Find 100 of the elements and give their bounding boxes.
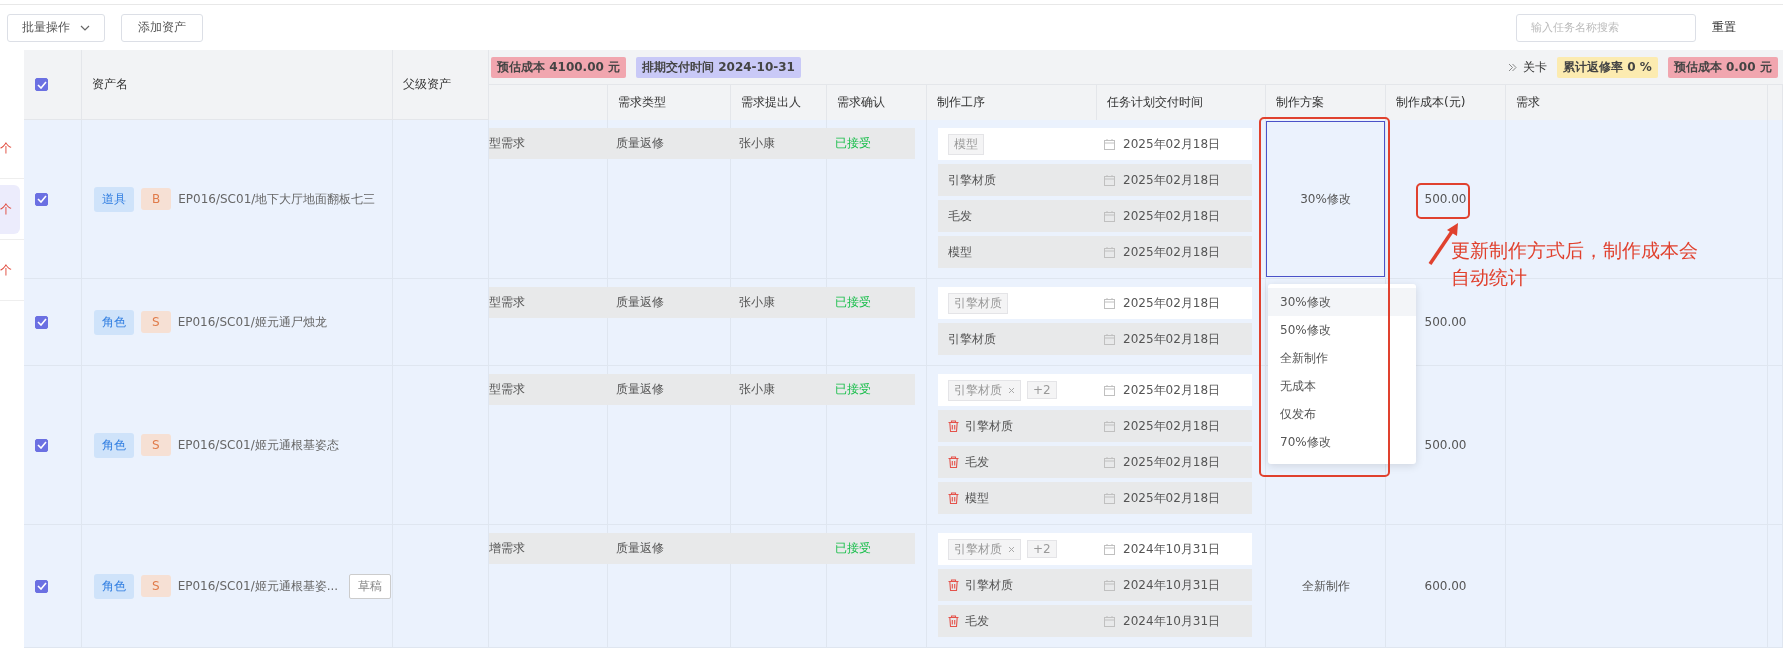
add-asset-button[interactable]: 添加资产 xyxy=(121,13,203,42)
tag-label: 引擎材质 xyxy=(954,540,1002,558)
calendar-icon xyxy=(1104,456,1115,468)
row-checkbox[interactable] xyxy=(35,438,48,452)
calendar-icon xyxy=(1104,492,1115,504)
calendar-icon xyxy=(1104,210,1115,222)
scheme-text: 全新制作 xyxy=(1301,577,1350,595)
calendar-icon xyxy=(1104,174,1115,186)
trash-icon[interactable] xyxy=(948,492,959,504)
trash-icon[interactable] xyxy=(948,579,959,591)
calendar-icon xyxy=(1104,297,1115,309)
reset-button[interactable]: 重置 xyxy=(1712,19,1736,36)
calendar-icon xyxy=(1104,333,1115,345)
confirm-status: 已接受 xyxy=(835,540,871,557)
process-name: 毛发 xyxy=(965,453,989,471)
row-checkbox[interactable] xyxy=(35,315,48,329)
close-icon[interactable] xyxy=(1008,386,1015,394)
date-text: 2025年02月18日 xyxy=(1123,330,1221,348)
date-text: 2024年10月31日 xyxy=(1123,540,1221,558)
process-select[interactable]: 引擎材质 +2 2024年10月31日 xyxy=(938,533,1252,565)
highlight-box xyxy=(1416,183,1470,219)
calendar-icon xyxy=(1104,615,1115,627)
calendar-icon xyxy=(1104,384,1115,396)
requirement-type: 质量返修 xyxy=(616,540,664,557)
select-all-checkbox[interactable] xyxy=(35,78,48,91)
cost-text: 500.00 xyxy=(1424,438,1467,452)
row-checkbox[interactable] xyxy=(35,579,48,593)
close-icon[interactable] xyxy=(1008,545,1015,553)
date-text: 2025年02月18日 xyxy=(1123,135,1221,153)
column-header: 父级资产 xyxy=(403,76,451,93)
requester-name: 张小康 xyxy=(739,381,775,398)
trash-icon[interactable] xyxy=(948,615,959,627)
dropdown-option[interactable]: 70%修改 xyxy=(1268,428,1416,456)
process-select[interactable]: 引擎材质 2025年02月18日 xyxy=(938,287,1252,319)
annotation-text: 更新制作方式后，制作成本会自动统计 xyxy=(1451,238,1699,290)
calendar-icon xyxy=(1104,579,1115,591)
side-item[interactable]: 个 xyxy=(0,184,20,234)
requirement-type: 质量返修 xyxy=(616,135,664,152)
type-tag: 道具 xyxy=(94,186,134,212)
process-select[interactable]: 引擎材质 +2 2025年02月18日 xyxy=(938,374,1252,406)
batch-operation-button[interactable]: 批量操作 xyxy=(7,13,105,42)
search-field[interactable]: 输入任务名称搜索 xyxy=(1516,13,1696,42)
requirement-text: 型需求 xyxy=(489,294,525,311)
process-name: 引擎材质 xyxy=(965,417,1013,435)
tag-label: 模型 xyxy=(954,135,978,153)
process-name: 模型 xyxy=(965,489,989,507)
row-checkbox[interactable] xyxy=(35,192,48,206)
trash-icon[interactable] xyxy=(948,456,959,468)
trash-icon[interactable] xyxy=(948,420,959,432)
side-item[interactable]: 个 xyxy=(0,129,14,167)
scheme-text: 30%修改 xyxy=(1300,190,1351,208)
summary-tag: 预估成本 4100.00 元 xyxy=(491,56,626,78)
dropdown-option[interactable]: 全新制作 xyxy=(1268,344,1416,372)
requester-name: 张小康 xyxy=(739,135,775,152)
requirement-text: 型需求 xyxy=(489,135,525,152)
grade-tag: S xyxy=(141,575,171,597)
column-header: 制作方案 xyxy=(1276,94,1324,111)
scheme-cell[interactable]: 30%修改 xyxy=(1266,121,1385,277)
draft-tag: 草稿 xyxy=(349,573,392,599)
requester-name: 张小康 xyxy=(739,294,775,311)
calendar-icon xyxy=(1104,138,1115,150)
asset-name: EP016/SC01/姬元通根基姿... xyxy=(177,577,339,595)
process-name: 毛发 xyxy=(948,207,972,225)
asset-name: EP016/SC01/姬元通尸烛龙 xyxy=(177,313,327,331)
confirm-status: 已接受 xyxy=(835,135,871,152)
dropdown-option[interactable]: 仅发布 xyxy=(1268,400,1416,428)
dropdown-option[interactable]: 无成本 xyxy=(1268,372,1416,400)
cost-text: 600.00 xyxy=(1424,579,1467,593)
type-tag: 角色 xyxy=(94,573,134,599)
tag-label: 引擎材质 xyxy=(954,294,1002,312)
column-header: 制作成本(元) xyxy=(1396,94,1466,111)
date-text: 2025年02月18日 xyxy=(1123,207,1221,225)
process-select[interactable]: 模型 2025年02月18日 xyxy=(938,128,1252,160)
side-item[interactable]: 个 xyxy=(0,251,14,289)
calendar-icon xyxy=(1104,420,1115,432)
asset-name: EP016/SC01/地下大厅地面翻板七三 xyxy=(178,190,376,208)
level-link[interactable]: 关卡 xyxy=(1523,58,1547,76)
process-name: 引擎材质 xyxy=(948,171,996,189)
summary-tag: 累计返修率 0 % xyxy=(1557,56,1658,78)
asset-name: EP016/SC01/姬元通根基姿态 xyxy=(177,436,339,454)
summary-tag: 排期交付时间 2024-10-31 xyxy=(636,56,801,78)
date-text: 2025年02月18日 xyxy=(1123,294,1221,312)
dropdown-option[interactable]: 30%修改 xyxy=(1268,288,1416,316)
cost-text: 500.00 xyxy=(1424,192,1467,206)
calendar-icon xyxy=(1104,543,1115,555)
calendar-icon xyxy=(1104,246,1115,258)
process-name: 模型 xyxy=(948,243,972,261)
type-tag: 角色 xyxy=(94,432,134,458)
dropdown-option[interactable]: 50%修改 xyxy=(1268,316,1416,344)
grade-tag: S xyxy=(141,311,171,333)
column-header: 资产名 xyxy=(92,76,128,93)
tag-label: 引擎材质 xyxy=(954,381,1002,399)
requirement-text: 型需求 xyxy=(489,381,525,398)
column-header: 需求提出人 xyxy=(741,94,801,111)
tag-label: +2 xyxy=(1033,542,1051,556)
double-chevron-icon xyxy=(1508,62,1517,72)
requirement-text: 增需求 xyxy=(489,540,525,557)
chevron-down-icon xyxy=(80,24,90,31)
confirm-status: 已接受 xyxy=(835,381,871,398)
type-tag: 角色 xyxy=(94,309,134,335)
